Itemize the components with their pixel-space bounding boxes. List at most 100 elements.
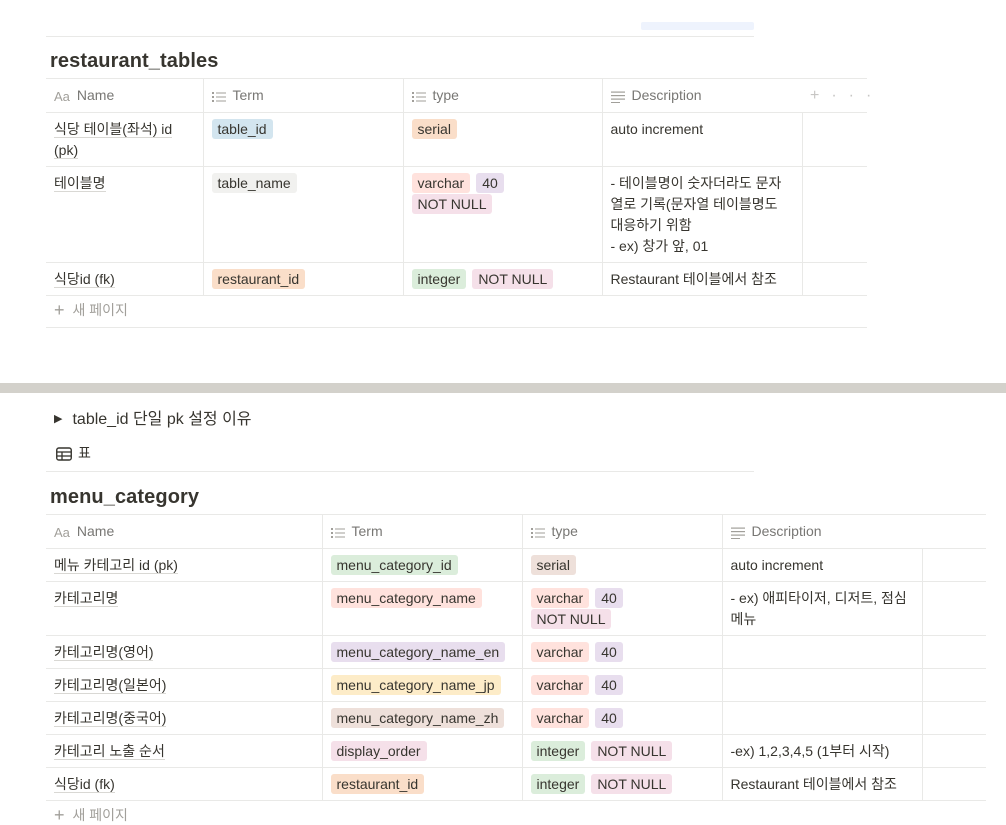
term-cell[interactable]: display_order: [321, 734, 522, 768]
name-cell[interactable]: 카테고리 노출 순서: [46, 734, 322, 768]
type-tag: NOT NULL: [591, 741, 673, 761]
type-tag: varchar: [530, 642, 590, 662]
column-header-type[interactable]: type: [402, 78, 602, 113]
name-cell[interactable]: 카테고리명: [46, 581, 322, 636]
type-cell[interactable]: integer NOT NULL: [521, 734, 722, 768]
plus-icon[interactable]: +: [810, 87, 831, 104]
description-cell[interactable]: Restaurant 테이블에서 참조: [601, 262, 802, 296]
term-cell[interactable]: table_id: [202, 112, 403, 167]
row-name[interactable]: 카테고리명(일본어): [54, 677, 167, 694]
empty-cell: [921, 635, 986, 669]
row-name[interactable]: 메뉴 카테고리 id (pk): [54, 557, 178, 574]
type-tag: 40: [595, 675, 623, 695]
term-tag: menu_category_name_en: [330, 642, 506, 662]
description-cell[interactable]: [721, 668, 922, 702]
table-row[interactable]: 테이블명 table_name varchar 40NOT NULL - 테이블명이 숫…: [46, 166, 867, 263]
table-row[interactable]: 카테고리명(영어) menu_category_name_en varchar 40: [46, 635, 986, 669]
row-name[interactable]: 카테고리명: [54, 590, 119, 607]
type-cell[interactable]: varchar 40: [521, 701, 722, 735]
new-page-button[interactable]: + 새 페이지: [54, 799, 128, 825]
empty-cell: [801, 166, 867, 263]
column-header-name[interactable]: Aa Name: [46, 78, 203, 113]
row-name[interactable]: 테이블명: [54, 175, 106, 192]
database-title[interactable]: restaurant_tables: [50, 50, 218, 73]
term-cell[interactable]: menu_category_name: [321, 581, 522, 636]
description-cell[interactable]: - 테이블명이 숫자더라도 문자열로 기록(문자열 테이블명도 대응하기 위함 …: [601, 166, 802, 263]
row-name[interactable]: 식당 테이블(좌석) id (pk): [54, 121, 173, 159]
term-cell[interactable]: restaurant_id: [321, 767, 522, 801]
type-tag: 40: [476, 173, 504, 193]
term-tag: table_name: [211, 173, 297, 193]
triangle-right-icon[interactable]: ▶: [54, 412, 62, 425]
divider: [46, 36, 754, 37]
table-row[interactable]: 카테고리명 menu_category_name varchar 40NOT NULL…: [46, 581, 986, 636]
type-cell[interactable]: varchar 40NOT NULL: [521, 581, 722, 636]
term-cell[interactable]: menu_category_name_jp: [321, 668, 522, 702]
table-row[interactable]: 식당id (fk) restaurant_id integer NOT NULL Res…: [46, 262, 867, 296]
name-cell[interactable]: 카테고리명(중국어): [46, 701, 322, 735]
name-cell[interactable]: 테이블명: [46, 166, 203, 263]
ellipsis-icon[interactable]: ···: [831, 87, 883, 104]
row-name[interactable]: 카테고리명(영어): [54, 644, 154, 661]
column-header-actions: +···: [802, 78, 871, 113]
row-name[interactable]: 식당id (fk): [54, 776, 115, 793]
type-cell[interactable]: serial: [402, 112, 602, 167]
type-cell[interactable]: integer NOT NULL: [521, 767, 722, 801]
type-cell[interactable]: varchar 40: [521, 635, 722, 669]
list-property-icon: [530, 525, 545, 540]
table-row[interactable]: 카테고리명(중국어) menu_category_name_zh varchar 40: [46, 701, 986, 735]
row-name[interactable]: 식당id (fk): [54, 271, 115, 288]
type-tag: serial: [411, 119, 457, 139]
name-cell[interactable]: 식당id (fk): [46, 767, 322, 801]
description-cell[interactable]: - ex) 애피타이저, 디저트, 점심메뉴: [721, 581, 922, 636]
table-row[interactable]: 식당 테이블(좌석) id (pk) table_id serial auto inc…: [46, 112, 867, 167]
description-cell[interactable]: [721, 635, 922, 669]
description-cell[interactable]: Restaurant 테이블에서 참조: [721, 767, 922, 801]
term-cell[interactable]: table_name: [202, 166, 403, 263]
term-tag: restaurant_id: [211, 269, 306, 289]
table-row[interactable]: 카테고리 노출 순서 display_order integer NOT NULL -e…: [46, 734, 986, 768]
description-cell[interactable]: -ex) 1,2,3,4,5 (1부터 시작): [721, 734, 922, 768]
column-header-name[interactable]: Aa Name: [46, 514, 322, 549]
empty-cell: [921, 701, 986, 735]
column-header-term[interactable]: Term: [202, 78, 403, 113]
toggle-block[interactable]: ▶ table_id 단일 pk 설정 이유: [54, 405, 252, 429]
table-view-tab[interactable]: 표: [56, 443, 91, 463]
row-name[interactable]: 카테고리명(중국어): [54, 710, 167, 727]
menu-category-database: Aa Name Term type Description 메뉴 카테고리 id …: [46, 514, 986, 801]
list-property-icon: [330, 525, 345, 540]
type-cell[interactable]: varchar 40: [521, 668, 722, 702]
name-cell[interactable]: 식당id (fk): [46, 262, 203, 296]
column-header-actions: [922, 514, 986, 549]
table-row[interactable]: 메뉴 카테고리 id (pk) menu_category_id serial aut…: [46, 548, 986, 582]
term-cell[interactable]: menu_category_id: [321, 548, 522, 582]
restaurant-tables-panel: restaurant_tables Aa Name Term type Descr…: [0, 0, 1006, 383]
term-cell[interactable]: menu_category_name_zh: [321, 701, 522, 735]
term-cell[interactable]: restaurant_id: [202, 262, 403, 296]
empty-cell: [801, 262, 867, 296]
type-cell[interactable]: integer NOT NULL: [402, 262, 602, 296]
table-row[interactable]: 식당id (fk) restaurant_id integer NOT NULL Res…: [46, 767, 986, 801]
database-title[interactable]: menu_category: [50, 486, 199, 509]
name-cell[interactable]: 식당 테이블(좌석) id (pk): [46, 112, 203, 167]
description-cell[interactable]: [721, 701, 922, 735]
new-page-button[interactable]: + 새 페이지: [54, 294, 128, 327]
term-cell[interactable]: menu_category_name_en: [321, 635, 522, 669]
column-header-term[interactable]: Term: [321, 514, 522, 549]
text-lines-icon: [730, 525, 745, 540]
scroll-indicator: [641, 22, 754, 30]
type-tag: varchar: [530, 588, 590, 608]
column-header-description[interactable]: Description: [721, 514, 922, 549]
name-cell[interactable]: 카테고리명(일본어): [46, 668, 322, 702]
row-name[interactable]: 카테고리 노출 순서: [54, 743, 165, 760]
column-header-type[interactable]: type: [521, 514, 722, 549]
name-cell[interactable]: 카테고리명(영어): [46, 635, 322, 669]
type-cell[interactable]: varchar 40NOT NULL: [402, 166, 602, 263]
column-header-description[interactable]: Description: [601, 78, 802, 113]
description-cell[interactable]: auto increment: [721, 548, 922, 582]
type-tag: 40: [595, 708, 623, 728]
description-cell[interactable]: auto increment: [601, 112, 802, 167]
name-cell[interactable]: 메뉴 카테고리 id (pk): [46, 548, 322, 582]
table-row[interactable]: 카테고리명(일본어) menu_category_name_jp varchar 40: [46, 668, 986, 702]
type-cell[interactable]: serial: [521, 548, 722, 582]
